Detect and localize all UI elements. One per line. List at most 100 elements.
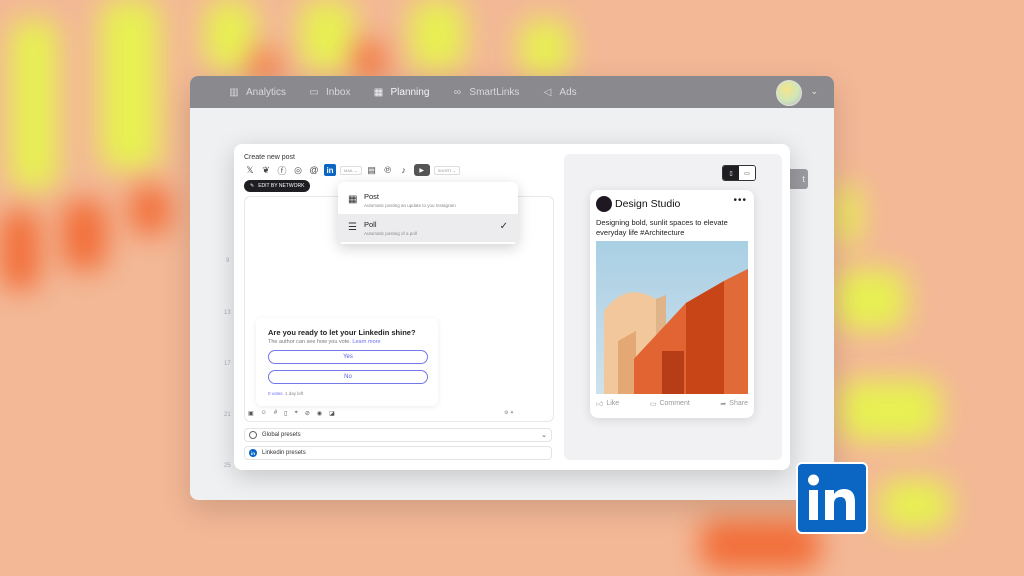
thumbs-up-icon: 👍︎ (596, 401, 604, 408)
threads-icon[interactable]: @ (308, 164, 320, 176)
calendar-icon: ▦ (373, 86, 384, 98)
nav-analytics[interactable]: ▥ Analytics (228, 87, 286, 98)
network-select-2[interactable]: SHORT ⌄ (433, 165, 460, 175)
linkedin-small-icon: in (249, 449, 257, 457)
magic-icon[interactable]: ✦ (510, 410, 514, 416)
network-select-1[interactable]: MAIL ⌄ (340, 165, 362, 175)
edit-by-network-button[interactable]: ✎ EDIT BY NETWORK (244, 180, 311, 192)
poll-votes: 0 votes. (268, 391, 284, 396)
megaphone-icon: ◁ (543, 86, 552, 98)
linkedin-presets-row[interactable]: in Linkedin presets (244, 446, 552, 460)
background-shape (836, 270, 906, 330)
calendar-row-number: 25 (224, 463, 231, 469)
poll-meta: 0 votes. 1 day left (268, 391, 303, 396)
bar-chart-icon: ▥ (229, 86, 239, 98)
list-icon: ☰ (348, 222, 357, 233)
nav-label: Analytics (246, 86, 287, 98)
bluesky-icon[interactable]: ❦ (260, 164, 272, 176)
share-button[interactable]: ➦ Share (720, 399, 748, 408)
background-shape (0, 210, 40, 290)
linkedin-logo-icon (808, 474, 855, 520)
background-shape (130, 185, 170, 235)
user-avatar[interactable] (776, 80, 802, 106)
background-shape (836, 185, 860, 245)
more-options-icon[interactable]: ••• (733, 195, 747, 206)
eye-icon[interactable]: ◉ (317, 410, 322, 417)
post-actions: 👍︎ Like ▭ Comment ➦ Share (596, 399, 748, 408)
document-icon[interactable]: ▯ (284, 410, 287, 417)
dropdown-item-description: Automatic posting of a poll (364, 231, 417, 236)
background-shape (520, 20, 570, 76)
dropdown-item-post[interactable]: ▦ Post Automatic posting an update to yo… (338, 186, 518, 214)
editor-right-tools: ⚙ ✦ (504, 410, 514, 416)
background-shape (205, 0, 255, 70)
link-icon: ∞ (453, 86, 461, 98)
hashtag-icon[interactable]: # (274, 410, 277, 417)
instagram-icon[interactable]: ◎ (292, 164, 304, 176)
mobile-icon[interactable]: ▯ (723, 166, 739, 180)
poll-icon[interactable]: ◪ (329, 410, 335, 417)
nav-label: Ads (559, 86, 577, 98)
like-label: Like (606, 400, 620, 407)
post-text: Designing bold, sunlit spaces to elevate… (596, 218, 728, 237)
background-shape (62, 200, 107, 270)
nav-ads[interactable]: ◁ Ads (541, 86, 577, 98)
background-shape (100, 0, 160, 170)
pinterest-icon[interactable]: ℗ (382, 164, 394, 176)
nav-label: Inbox (326, 86, 351, 98)
author-name: Design Studio (615, 198, 681, 210)
nav-planning[interactable]: ▦ Planning (372, 86, 430, 98)
google-business-icon[interactable]: ▤ (366, 164, 378, 176)
calendar-row-number: 13 (224, 310, 231, 316)
post-type-dropdown: ▦ Post Automatic posting an update to yo… (338, 182, 518, 244)
tiktok-icon[interactable]: ♪ (398, 164, 410, 176)
editor-toolbar: ▣ ☺ # ▯ ⌖ ⊘ ◉ ◪ (248, 410, 335, 417)
learn-more-link[interactable]: Learn more (352, 339, 380, 345)
chevron-down-icon[interactable]: ⌄ (810, 86, 818, 97)
checkmark-icon: ✓ (499, 221, 508, 232)
background-shape (10, 20, 58, 190)
dropdown-item-poll[interactable]: ☰ Poll Automatic posting of a poll ✓ (338, 214, 518, 242)
background-shape (410, 0, 465, 70)
like-button[interactable]: 👍︎ Like (596, 399, 619, 408)
linkedin-logo (796, 462, 868, 534)
calendar-row-number: 21 (224, 412, 231, 418)
youtube-icon[interactable]: ▶ (413, 164, 430, 176)
link-icon[interactable]: ⊘ (305, 410, 310, 417)
poll-question: Are you ready to let your Linkedin shine… (268, 328, 416, 337)
image-icon[interactable]: ▣ (248, 410, 254, 417)
dropdown-item-description: Automatic posting an update to you Insta… (364, 203, 456, 208)
author-avatar (596, 196, 612, 212)
facebook-icon[interactable]: ⓕ (276, 164, 288, 176)
globe-icon (249, 431, 257, 439)
edit-icon: ✎ (250, 183, 255, 189)
emoji-icon[interactable]: ☺ (261, 410, 267, 417)
desktop-icon[interactable]: ▭ (739, 166, 755, 180)
location-icon[interactable]: ⌖ (294, 410, 297, 417)
device-toggle: ▯ ▭ (722, 165, 756, 181)
comment-icon: ▭ (649, 400, 657, 408)
comment-button[interactable]: ▭ Comment (650, 399, 690, 408)
architecture-image (596, 241, 748, 394)
nav-inbox[interactable]: ▭ Inbox (308, 87, 350, 98)
background-shape (880, 480, 950, 530)
linkedin-post-preview: Design Studio ••• Designing bold, sunlit… (590, 190, 754, 418)
dropdown-item-title: Post (364, 192, 380, 201)
x-twitter-icon[interactable]: 𝕏 (244, 164, 256, 176)
nav-smartlinks[interactable]: ∞ SmartLinks (451, 86, 520, 98)
share-icon: ➦ (720, 400, 727, 408)
background-shape (355, 40, 385, 80)
post-image (596, 241, 748, 394)
top-navigation: ▥ Analytics ▭ Inbox ▦ Planning ∞ SmartLi… (190, 76, 834, 108)
share-label: Share (729, 400, 748, 407)
chevron-down-icon[interactable]: ⌄ (541, 431, 547, 439)
global-presets-row[interactable]: Global presets ⌄ (244, 428, 552, 442)
global-presets-label: Global presets (262, 432, 301, 438)
poll-card: Are you ready to let your Linkedin shine… (256, 318, 438, 406)
settings-icon[interactable]: ⚙ (504, 410, 508, 416)
poll-option-yes[interactable]: Yes (268, 350, 428, 364)
nav-label: Planning (390, 86, 430, 98)
poll-option-no[interactable]: No (268, 370, 428, 384)
linkedin-icon[interactable]: in (324, 164, 336, 176)
comment-label: Comment (659, 400, 690, 407)
